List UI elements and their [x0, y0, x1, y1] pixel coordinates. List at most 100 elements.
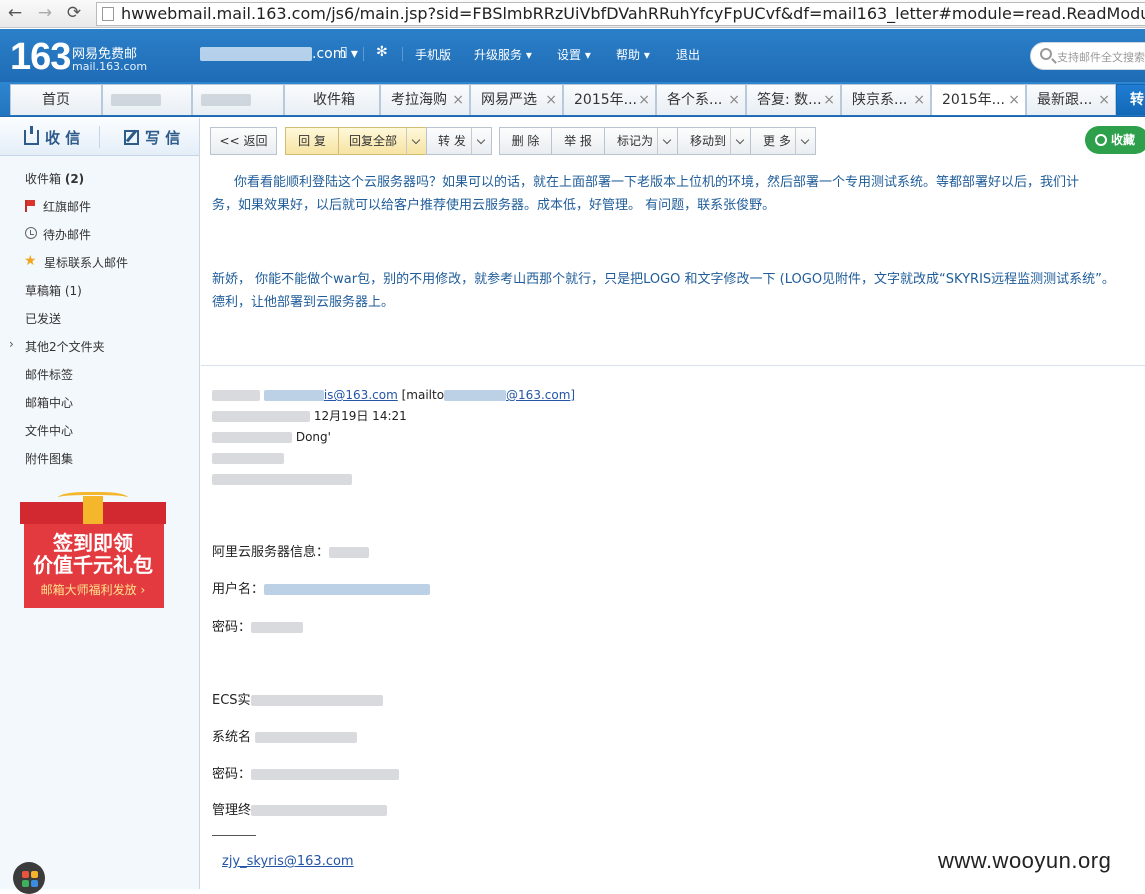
- back-button[interactable]: << 返回: [210, 127, 277, 155]
- tab-label-blurred: [111, 94, 161, 106]
- reply-all-button[interactable]: 回复全部: [338, 127, 427, 155]
- promo-line1: 签到即领: [53, 531, 133, 555]
- header-separator: [402, 47, 403, 61]
- compose-divider: [99, 126, 100, 148]
- delete-button[interactable]: 删 除: [499, 127, 552, 155]
- tab-kaola[interactable]: 考拉海购 ×: [380, 84, 470, 115]
- promo-line3-text: 邮箱大师福利发放: [40, 583, 137, 597]
- close-icon[interactable]: ×: [1008, 85, 1020, 115]
- ali-info-text: 阿里云服务器信息：: [212, 545, 330, 560]
- more-button[interactable]: 更 多: [750, 127, 816, 155]
- account-name-blurred: [200, 47, 312, 61]
- gift-band: [83, 496, 103, 524]
- tab-latest[interactable]: 最新跟... ×: [1026, 84, 1116, 115]
- tab-systems[interactable]: 各个系... ×: [656, 84, 746, 115]
- sidebar-item-todo[interactable]: 待办邮件: [43, 226, 91, 243]
- password-line-2: 密码：: [212, 766, 400, 784]
- close-icon[interactable]: ×: [1098, 85, 1110, 115]
- tab-inbox[interactable]: 收件箱: [284, 84, 380, 115]
- quoted-from: is@163.com [mailto @163.com]: [212, 386, 575, 404]
- back-arrow-icon[interactable]: ←: [4, 2, 26, 24]
- signature-email-link[interactable]: zjy_skyris@163.com: [222, 854, 354, 869]
- tab-2015-b[interactable]: 2015年... ×: [931, 84, 1026, 115]
- close-icon[interactable]: ×: [823, 85, 835, 115]
- sidebar-item-file-center[interactable]: 文件中心: [25, 422, 73, 439]
- upgrade-menu[interactable]: 升级服务 ▾: [474, 46, 532, 63]
- label-blurred: [212, 411, 310, 422]
- mailto-prefix: [mailto: [401, 388, 445, 402]
- close-icon[interactable]: ×: [545, 85, 557, 115]
- sidebar-item-sent[interactable]: 已发送: [25, 310, 61, 327]
- receive-button[interactable]: 收 信: [24, 126, 80, 148]
- close-icon[interactable]: ×: [452, 85, 464, 115]
- help-menu[interactable]: 帮助 ▾: [616, 46, 650, 63]
- app-grid-icon[interactable]: [13, 862, 45, 894]
- sidebar-item-other-folders[interactable]: 其他2个文件夹: [25, 338, 105, 355]
- sidebar-item-attachments[interactable]: 附件图集: [25, 450, 73, 467]
- reload-icon[interactable]: ⟳: [63, 2, 85, 24]
- save-label: 收藏: [1111, 133, 1136, 147]
- inbox-icon: [24, 126, 39, 145]
- system-label: 系统名: [212, 730, 252, 745]
- account-menu[interactable]: .com ▾: [200, 46, 358, 62]
- username-blurred-link[interactable]: [264, 584, 431, 595]
- save-button[interactable]: 收藏: [1085, 126, 1145, 154]
- value-blurred: [250, 695, 383, 706]
- system-line: 系统名: [212, 729, 358, 747]
- chevron-down-icon[interactable]: [795, 128, 815, 154]
- gift-promo-banner[interactable]: 签到即领 价值千元礼包 邮箱大师福利发放 ›: [20, 492, 166, 610]
- sidebar-item-drafts[interactable]: 草稿箱 (1): [25, 282, 82, 299]
- sidebar-item-labels[interactable]: 邮件标签: [25, 366, 73, 383]
- quoted-cc: [212, 449, 284, 467]
- logo-domain: mail.163.com: [72, 60, 148, 73]
- promo-line2: 价值千元礼包: [33, 553, 153, 577]
- tab-shaanjing[interactable]: 陕京系... ×: [841, 84, 931, 115]
- tab-forward[interactable]: 转: [1116, 84, 1145, 115]
- mailto-link[interactable]: @163.com]: [506, 388, 575, 402]
- skin-icon[interactable]: ✻: [376, 44, 388, 60]
- chevron-down-icon[interactable]: [406, 128, 426, 154]
- chevron-down-icon[interactable]: [471, 128, 491, 154]
- reply-all-label: 回复全部: [349, 134, 398, 148]
- body-paragraph-2-line-2: 德利，让他部署到云服务器上。: [212, 295, 395, 310]
- sidebar-item-starred[interactable]: 星标联系人邮件: [44, 254, 128, 271]
- mobile-link[interactable]: 手机版: [415, 46, 451, 63]
- settings-menu[interactable]: 设置 ▾: [557, 46, 591, 63]
- tab-2015-a[interactable]: 2015年... ×: [563, 84, 656, 115]
- forward-arrow-icon[interactable]: →: [34, 2, 56, 24]
- label-blurred: [212, 432, 292, 443]
- value-blurred: [251, 805, 388, 816]
- move-to-button[interactable]: 移动到: [677, 127, 751, 155]
- forward-button[interactable]: 转 发: [426, 127, 492, 155]
- close-icon[interactable]: ×: [638, 85, 650, 115]
- password-label-1: 密码：: [212, 620, 252, 635]
- search-icon: [1040, 48, 1052, 60]
- reply-button[interactable]: 回 复: [285, 127, 339, 155]
- sidebar-item-inbox[interactable]: 收件箱 (2): [25, 170, 84, 187]
- sidebar-item-flagged[interactable]: 红旗邮件: [43, 198, 91, 215]
- tab-blurred-1[interactable]: [102, 84, 192, 115]
- tab-home[interactable]: 首页: [10, 84, 102, 115]
- sidebar-item-mail-center[interactable]: 邮箱中心: [25, 394, 73, 411]
- chevron-right-icon[interactable]: ›: [9, 337, 14, 351]
- read-toolbar: << 返回 回 复 回复全部 转 发 删 除 举 报 标记为 移动到 更 多: [201, 118, 1145, 164]
- logout-link[interactable]: 退出: [676, 46, 700, 63]
- tab-reply-data[interactable]: 答复: 数... ×: [746, 84, 841, 115]
- url-field[interactable]: hwwebmail.mail.163.com/js6/main.jsp?sid=…: [96, 2, 1145, 26]
- mark-as-button[interactable]: 标记为: [604, 127, 678, 155]
- fulltext-search[interactable]: 支持邮件全文搜索: [1030, 42, 1145, 70]
- report-button[interactable]: 举 报: [551, 127, 605, 155]
- compose-button[interactable]: 写 信: [124, 127, 180, 148]
- close-icon[interactable]: ×: [728, 85, 740, 115]
- from-email-link[interactable]: is@163.com: [324, 388, 398, 402]
- tab-blurred-2[interactable]: [192, 84, 284, 115]
- close-icon[interactable]: ×: [913, 85, 925, 115]
- phone-icon[interactable]: ▯: [340, 44, 348, 60]
- value-blurred: [251, 769, 400, 780]
- chevron-down-icon[interactable]: [657, 128, 677, 154]
- body-paragraph-2-line-1: 新娇， 你能不能做个war包，别的不用修改，就参考山西那个就行，只是把LOGO …: [212, 272, 1115, 287]
- chevron-down-icon[interactable]: [730, 128, 750, 154]
- email-blurred: [263, 390, 324, 401]
- tab-yanxuan[interactable]: 网易严选 ×: [470, 84, 563, 115]
- app-grid-cell: [22, 880, 29, 887]
